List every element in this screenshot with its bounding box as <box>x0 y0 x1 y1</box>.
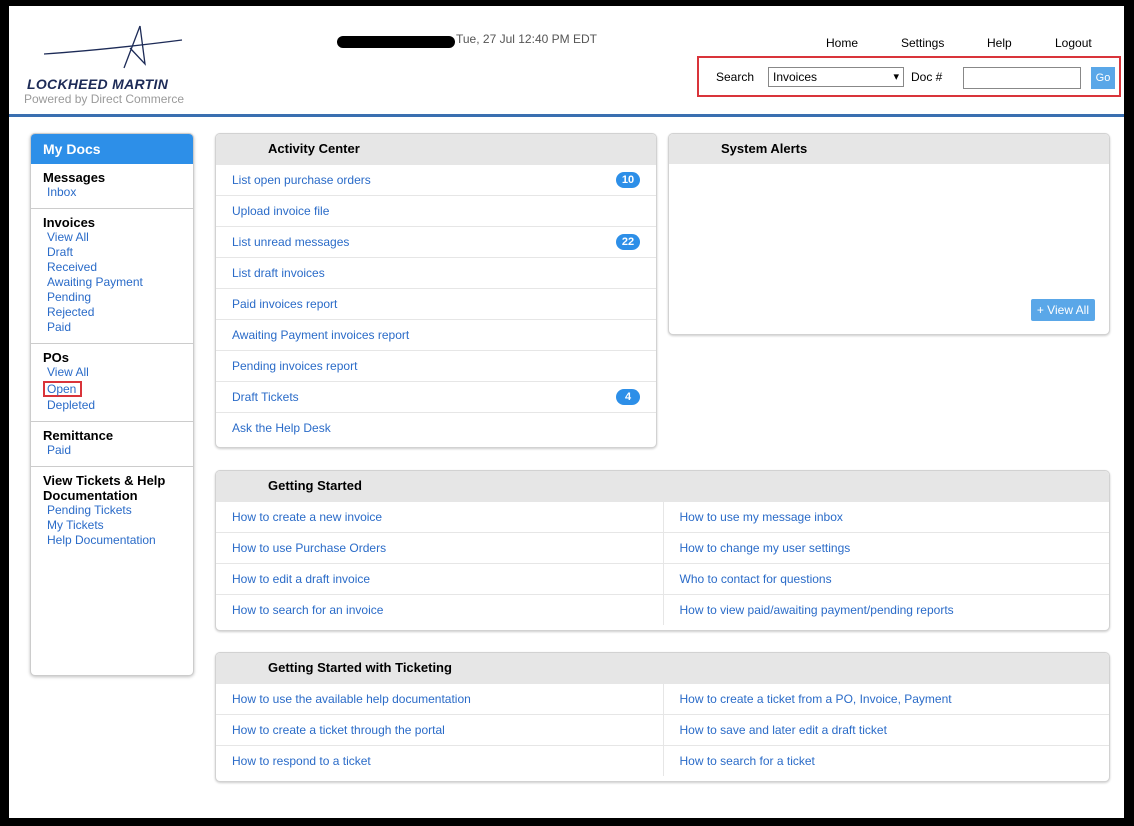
sidebar-section-invoices: Invoices View All Draft Received Awaitin… <box>31 209 193 344</box>
table-row: How to use Purchase Orders How to change… <box>216 532 1109 563</box>
sidebar-link-invoices-view-all[interactable]: View All <box>43 230 181 245</box>
help-link[interactable]: How to edit a draft invoice <box>216 564 663 594</box>
activity-item-label: List unread messages <box>232 235 350 249</box>
search-type-value: Invoices <box>773 70 818 84</box>
help-link[interactable]: How to use my message inbox <box>662 502 1110 532</box>
activity-item-label: Pending invoices report <box>232 359 358 373</box>
sidebar-link-my-tickets[interactable]: My Tickets <box>43 518 181 533</box>
help-link[interactable]: How to create a ticket from a PO, Invoic… <box>662 684 1110 714</box>
getting-started-title: Getting Started <box>216 471 1109 501</box>
help-link[interactable]: How to save and later edit a draft ticke… <box>662 715 1110 745</box>
sidebar-link-pos-depleted[interactable]: Depleted <box>43 398 181 413</box>
activity-item[interactable]: Upload invoice file <box>216 195 656 226</box>
help-link[interactable]: Who to contact for questions <box>662 564 1110 594</box>
activity-item-label: Paid invoices report <box>232 297 338 311</box>
sidebar-link-invoices-rejected[interactable]: Rejected <box>43 305 181 320</box>
table-row: How to create a new invoice How to use m… <box>216 501 1109 532</box>
nav-help[interactable]: Help <box>987 36 1012 50</box>
count-badge: 10 <box>616 172 640 188</box>
logo-tagline: Powered by Direct Commerce <box>24 92 185 106</box>
activity-item-label: List open purchase orders <box>232 173 371 187</box>
ticketing-title: Getting Started with Ticketing <box>216 653 1109 683</box>
activity-item-label: Ask the Help Desk <box>232 421 331 435</box>
activity-item[interactable]: Draft Tickets 4 <box>216 381 656 412</box>
activity-center-title: Activity Center <box>216 134 656 164</box>
company-logo[interactable]: LOCKHEED MARTIN Powered by Direct Commer… <box>24 24 214 114</box>
activity-item[interactable]: Awaiting Payment invoices report <box>216 319 656 350</box>
doc-number-label: Doc # <box>911 70 943 84</box>
activity-item[interactable]: Ask the Help Desk <box>216 412 656 443</box>
help-link[interactable]: How to search for an invoice <box>216 595 663 625</box>
system-alerts-title: System Alerts <box>669 134 1109 164</box>
sidebar-section-title: Invoices <box>43 215 96 230</box>
nav-settings[interactable]: Settings <box>901 36 944 50</box>
help-link[interactable]: How to create a new invoice <box>216 502 663 532</box>
search-type-select[interactable]: Invoices ▾ <box>768 67 904 87</box>
sidebar-link-pending-tickets[interactable]: Pending Tickets <box>43 503 181 518</box>
help-link[interactable]: How to respond to a ticket <box>216 746 663 776</box>
sidebar-section-remittance: Remittance Paid <box>31 422 193 467</box>
view-all-button[interactable]: + View All <box>1030 299 1095 321</box>
sidebar-link-invoices-draft[interactable]: Draft <box>43 245 181 260</box>
getting-started-panel: Getting Started How to create a new invo… <box>215 470 1110 631</box>
activity-center-panel: Activity Center List open purchase order… <box>215 133 657 448</box>
help-link[interactable]: How to use Purchase Orders <box>216 533 663 563</box>
my-docs-sidebar: My Docs Messages Inbox Invoices View All… <box>30 133 194 676</box>
portal-page: LOCKHEED MARTIN Powered by Direct Commer… <box>9 6 1124 818</box>
doc-number-input[interactable] <box>963 67 1081 89</box>
sidebar-section-pos: POs View All Open Depleted <box>31 344 193 422</box>
go-button[interactable]: Go <box>1091 67 1115 89</box>
redacted-username <box>337 36 455 48</box>
sidebar-link-remittance-paid[interactable]: Paid <box>43 443 181 458</box>
table-row: How to create a ticket through the porta… <box>216 714 1109 745</box>
sidebar-section-title: POs <box>43 350 70 365</box>
activity-item[interactable]: List draft invoices <box>216 257 656 288</box>
star-logo-icon <box>44 25 183 69</box>
header: LOCKHEED MARTIN Powered by Direct Commer… <box>9 6 1124 114</box>
sidebar-link-invoices-pending[interactable]: Pending <box>43 290 181 305</box>
search-label: Search <box>716 70 755 84</box>
activity-item-label: Upload invoice file <box>232 204 330 218</box>
activity-item[interactable]: Paid invoices report <box>216 288 656 319</box>
sidebar-link-pos-open[interactable]: Open <box>43 381 83 397</box>
sidebar-section-title: Remittance <box>43 428 114 443</box>
header-divider <box>9 114 1124 117</box>
sidebar-section-messages: Messages Inbox <box>31 164 193 209</box>
logo-name: LOCKHEED MARTIN <box>27 76 169 92</box>
help-link[interactable]: How to change my user settings <box>662 533 1110 563</box>
help-link[interactable]: How to create a ticket through the porta… <box>216 715 663 745</box>
sidebar-link-invoices-awaiting-payment[interactable]: Awaiting Payment <box>43 275 181 290</box>
help-link[interactable]: How to search for a ticket <box>662 746 1110 776</box>
sidebar-section-title: Messages <box>43 170 106 185</box>
sidebar-link-pos-view-all[interactable]: View All <box>43 365 181 380</box>
table-row: How to respond to a ticket How to search… <box>216 745 1109 776</box>
datetime: Tue, 27 Jul 12:40 PM EDT <box>456 32 597 46</box>
activity-item-label: Draft Tickets <box>232 390 299 404</box>
activity-item[interactable]: Pending invoices report <box>216 350 656 381</box>
search-bar: Search Invoices ▾ Doc # Go <box>697 56 1121 97</box>
nav-logout[interactable]: Logout <box>1055 36 1092 50</box>
help-link[interactable]: How to view paid/awaiting payment/pendin… <box>662 595 1110 625</box>
sidebar-link-invoices-received[interactable]: Received <box>43 260 181 275</box>
help-link[interactable]: How to use the available help documentat… <box>216 684 663 714</box>
activity-item-label: Awaiting Payment invoices report <box>232 328 410 342</box>
count-badge: 4 <box>616 389 640 405</box>
sidebar-section-tickets: View Tickets & Help Documentation Pendin… <box>31 467 193 556</box>
table-row: How to use the available help documentat… <box>216 683 1109 714</box>
sidebar-title: My Docs <box>31 134 193 164</box>
sidebar-link-inbox[interactable]: Inbox <box>43 185 181 200</box>
count-badge: 22 <box>616 234 640 250</box>
activity-item[interactable]: List open purchase orders 10 <box>216 164 656 195</box>
table-row: How to edit a draft invoice Who to conta… <box>216 563 1109 594</box>
activity-item-label: List draft invoices <box>232 266 325 280</box>
chevron-down-icon: ▾ <box>893 71 899 83</box>
sidebar-link-invoices-paid[interactable]: Paid <box>43 320 181 335</box>
sidebar-link-help-documentation[interactable]: Help Documentation <box>43 533 181 548</box>
activity-item[interactable]: List unread messages 22 <box>216 226 656 257</box>
table-row: How to search for an invoice How to view… <box>216 594 1109 625</box>
nav-home[interactable]: Home <box>826 36 858 50</box>
system-alerts-panel: System Alerts + View All <box>668 133 1110 335</box>
sidebar-section-title: View Tickets & Help Documentation <box>43 473 166 503</box>
ticketing-panel: Getting Started with Ticketing How to us… <box>215 652 1110 782</box>
